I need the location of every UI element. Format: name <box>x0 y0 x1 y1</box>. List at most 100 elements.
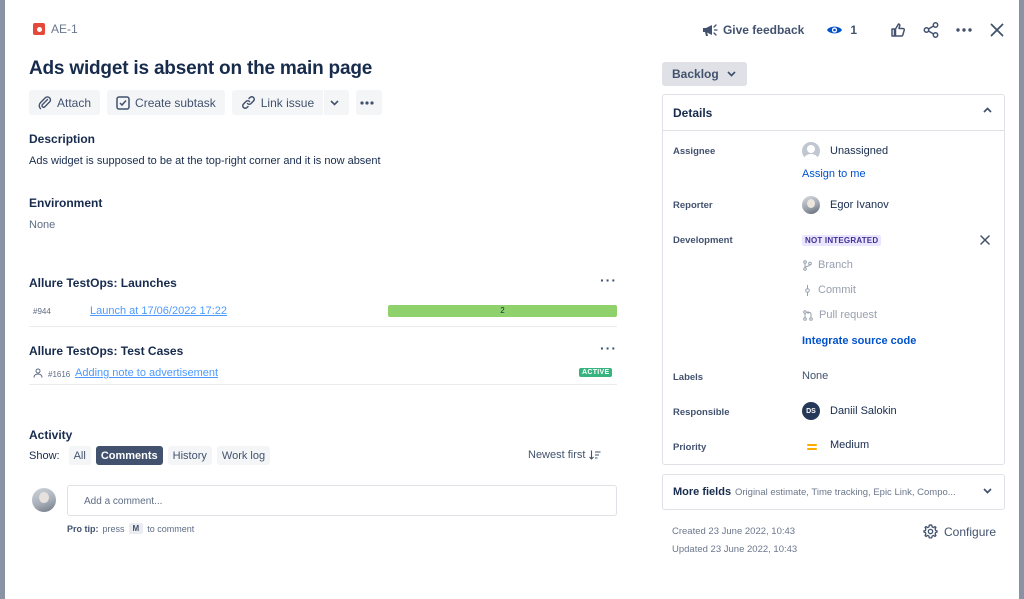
filter-comments[interactable]: Comments <box>95 446 163 465</box>
sort-button[interactable]: Newest first <box>528 449 601 461</box>
protip-label: Pro tip: <box>67 523 99 534</box>
dev-branch-label: Branch <box>818 259 853 271</box>
share-button[interactable] <box>919 18 943 42</box>
more-actions-button[interactable] <box>952 18 976 42</box>
launch-number: #944 <box>33 307 51 316</box>
protip-press: press <box>102 523 125 534</box>
description-heading: Description <box>29 132 96 146</box>
priority-medium-icon <box>807 444 817 452</box>
more-horizontal-icon <box>956 28 972 32</box>
test-case-row: #1616 Adding note to advertisement ACTIV… <box>29 365 617 385</box>
reporter-label: Reporter <box>673 200 713 211</box>
link-issue-button[interactable]: Link issue <box>231 90 324 115</box>
details-header[interactable]: Details <box>663 95 1004 131</box>
created-date: Created 23 June 2022, 10:43 <box>672 526 796 537</box>
commit-icon <box>805 284 810 296</box>
activity-heading: Activity <box>29 428 73 442</box>
branch-icon <box>803 259 812 271</box>
launches-more-button[interactable]: ··· <box>600 272 617 288</box>
show-label: Show: <box>29 449 60 462</box>
toolbar-more-button[interactable] <box>356 90 383 115</box>
status-dropdown[interactable]: Backlog <box>662 62 747 86</box>
chevron-down-icon <box>983 488 992 494</box>
labels-value[interactable]: None <box>802 370 828 382</box>
test-cases-more-button[interactable]: ··· <box>600 340 617 356</box>
issue-title[interactable]: Ads widget is absent on the main page <box>29 58 372 80</box>
reporter-field[interactable]: Egor Ivanov <box>802 196 889 214</box>
attach-label: Attach <box>57 95 92 110</box>
comment-placeholder: Add a comment... <box>84 496 163 507</box>
link-issue-label: Link issue <box>260 95 315 110</box>
paperclip-icon <box>38 95 52 109</box>
integrate-source-code-link[interactable]: Integrate source code <box>802 335 916 347</box>
chevron-down-icon <box>727 71 736 77</box>
issue-toolbar: Attach Create subtask Link issue <box>29 90 389 115</box>
status-label: Backlog <box>672 67 719 81</box>
unassigned-avatar-icon <box>802 142 820 160</box>
activity-filters: Show: All Comments History Work log <box>29 446 275 465</box>
megaphone-icon <box>702 24 718 36</box>
close-icon <box>990 23 1004 37</box>
status-badge: ACTIVE <box>579 368 613 377</box>
sort-label: Newest first <box>528 449 586 461</box>
priority-value: Medium <box>830 439 870 451</box>
attach-button[interactable]: Attach <box>29 90 101 115</box>
assignee-value: Unassigned <box>830 145 889 157</box>
responsible-field[interactable]: DS Daniil Salokin <box>802 402 897 420</box>
dev-commit: Commit <box>803 284 856 296</box>
current-user-avatar <box>32 488 56 512</box>
responsible-value: Daniil Salokin <box>830 405 897 417</box>
environment-heading: Environment <box>29 196 103 210</box>
details-heading: Details <box>673 106 713 120</box>
person-icon <box>33 368 43 378</box>
launch-row: #944 Launch at 17/06/2022 17:22 2 <box>29 297 617 327</box>
more-fields-panel[interactable]: More fields Original estimate, Time trac… <box>662 474 1005 510</box>
priority-label: Priority <box>673 442 707 453</box>
launches-heading: Allure TestOps: Launches <box>29 276 177 290</box>
filter-all[interactable]: All <box>68 446 91 465</box>
top-actions: Give feedback 1 <box>702 18 1009 42</box>
shortcut-key: M <box>128 523 144 534</box>
launch-link[interactable]: Launch at 17/06/2022 17:22 <box>90 305 227 317</box>
give-feedback-button[interactable]: Give feedback <box>702 23 804 37</box>
updated-date: Updated 23 June 2022, 10:43 <box>672 544 798 555</box>
watch-count: 1 <box>850 23 857 37</box>
issue-key[interactable]: AE-1 <box>33 22 78 36</box>
chevron-up-icon <box>983 107 992 113</box>
test-case-link[interactable]: Adding note to advertisement <box>75 367 218 379</box>
development-label: Development <box>673 235 733 246</box>
pro-tip: Pro tip: press M to comment <box>67 523 194 534</box>
close-icon[interactable] <box>980 235 990 245</box>
more-horizontal-icon <box>360 100 374 105</box>
more-fields-title: More fields <box>673 486 732 498</box>
environment-text[interactable]: None <box>29 219 55 231</box>
comment-input[interactable]: Add a comment... <box>67 485 617 516</box>
not-integrated-badge: NOT INTEGRATED <box>802 235 882 246</box>
share-icon <box>923 22 939 38</box>
link-icon <box>241 96 255 109</box>
launch-progress-bar: 2 <box>388 305 617 317</box>
filter-work-log[interactable]: Work log <box>216 446 271 465</box>
responsible-label: Responsible <box>673 407 730 418</box>
test-case-number: #1616 <box>48 370 71 379</box>
filter-history[interactable]: History <box>167 446 212 465</box>
close-button[interactable] <box>985 18 1009 42</box>
details-panel: Details Assignee Unassigned Assign to me… <box>662 94 1005 465</box>
watch-button[interactable]: 1 <box>826 23 857 37</box>
reporter-avatar <box>802 196 820 214</box>
priority-field[interactable]: Medium <box>830 439 869 451</box>
configure-button[interactable]: Configure <box>923 524 996 539</box>
assignee-field[interactable]: Unassigned <box>802 142 888 160</box>
description-text[interactable]: Ads widget is supposed to be at the top-… <box>29 155 381 167</box>
dev-commit-label: Commit <box>818 284 856 296</box>
create-subtask-button[interactable]: Create subtask <box>107 90 225 115</box>
more-fields-subtitle: Original estimate, Time tracking, Epic L… <box>735 487 956 498</box>
launch-count: 2 <box>500 306 505 315</box>
assign-to-me-link[interactable]: Assign to me <box>802 168 866 180</box>
dev-pull-request: Pull request <box>803 309 877 321</box>
chevron-down-icon <box>330 99 339 106</box>
like-button[interactable] <box>886 18 910 42</box>
assignee-label: Assignee <box>673 146 716 157</box>
give-feedback-label: Give feedback <box>722 23 805 37</box>
link-issue-dropdown[interactable] <box>324 90 350 115</box>
